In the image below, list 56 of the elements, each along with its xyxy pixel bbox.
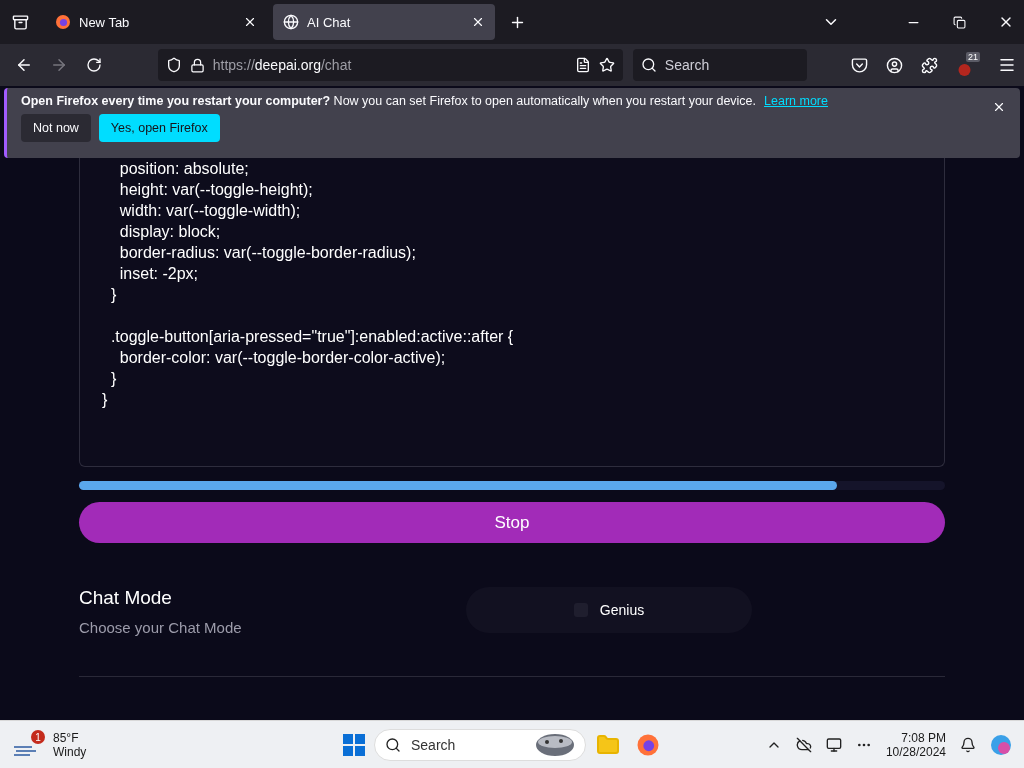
- tab-title: AI Chat: [307, 14, 352, 30]
- notification-message: Open Firefox every time you restart your computer? Now you can set Firefox to open automatically when you restart your device. Learn more: [21, 94, 828, 108]
- shield-icon[interactable]: [165, 57, 182, 73]
- notification-button[interactable]: Yes, open Firefox: [98, 114, 220, 142]
- weather-condition: Windy: [53, 744, 87, 759]
- puzzle-icon[interactable]: [921, 56, 939, 74]
- clock[interactable]: 7:08 PM 10/28/2024: [885, 730, 946, 759]
- code-line: height: var(--toggle-height);: [118, 180, 314, 200]
- monitor-icon[interactable]: [825, 736, 842, 753]
- code-line: }: [109, 285, 118, 305]
- lock-icon: [189, 57, 205, 73]
- url-text: https://deepai.org/chat: [212, 57, 353, 73]
- notification-button[interactable]: Not now: [21, 114, 91, 142]
- search-field[interactable]: Search: [632, 49, 808, 81]
- taskbar-search-field[interactable]: Search: [374, 728, 586, 761]
- code-line: .toggle-button[aria-pressed="true"]:enabled:active::after {: [109, 327, 515, 347]
- tab-title: New Tab: [79, 14, 131, 30]
- section-title: Chat Mode: [79, 587, 173, 609]
- menu-icon[interactable]: [998, 56, 1017, 74]
- code-line: position: absolute;: [118, 159, 250, 179]
- pocket-icon[interactable]: [851, 56, 869, 74]
- code-line: border-radius: var(--toggle-border-radius);: [118, 243, 417, 263]
- account-icon[interactable]: [886, 56, 904, 74]
- cloud-off-icon[interactable]: [795, 736, 812, 753]
- code-line: width: var(--toggle-width);: [118, 201, 302, 221]
- code-line: inset: -2px;: [118, 264, 200, 284]
- extension-badge: 21: [966, 52, 981, 62]
- close-icon[interactable]: [471, 15, 485, 29]
- address-bar[interactable]: https://deepai.org/chat: [157, 49, 623, 81]
- learn-more-link[interactable]: Learn more: [764, 94, 828, 108]
- search-icon: [385, 736, 401, 753]
- code-line: }: [109, 369, 118, 389]
- firefox-icon: [636, 732, 660, 757]
- reload-icon[interactable]: [86, 57, 103, 73]
- stop-button[interactable]: Stop: [79, 502, 945, 543]
- temperature: 85°F: [53, 730, 80, 745]
- code-line: border-color: var(--toggle-border-color-active);: [118, 348, 447, 368]
- star-icon[interactable]: [598, 57, 615, 73]
- globe-icon: [283, 14, 299, 30]
- code-line: }: [102, 390, 109, 410]
- close-icon[interactable]: [243, 15, 257, 29]
- reader-view-icon[interactable]: [574, 57, 591, 73]
- copilot-icon[interactable]: [990, 733, 1012, 756]
- restore-icon[interactable]: [953, 15, 966, 29]
- firefox-icon: [55, 14, 71, 30]
- code-textarea[interactable]: [79, 158, 945, 467]
- search-icon: [640, 57, 657, 73]
- browser-tab[interactable]: AI Chat: [273, 4, 495, 40]
- close-icon[interactable]: [992, 100, 1006, 114]
- browser-tab[interactable]: New Tab: [45, 4, 267, 40]
- code-line: display: block;: [118, 222, 222, 242]
- section-subtitle: Choose your Chat Mode: [79, 619, 243, 636]
- notification-badge: 1: [31, 730, 45, 744]
- start-icon[interactable]: [342, 732, 366, 757]
- bell-icon[interactable]: [960, 736, 976, 753]
- mode-option[interactable]: Genius: [573, 602, 645, 618]
